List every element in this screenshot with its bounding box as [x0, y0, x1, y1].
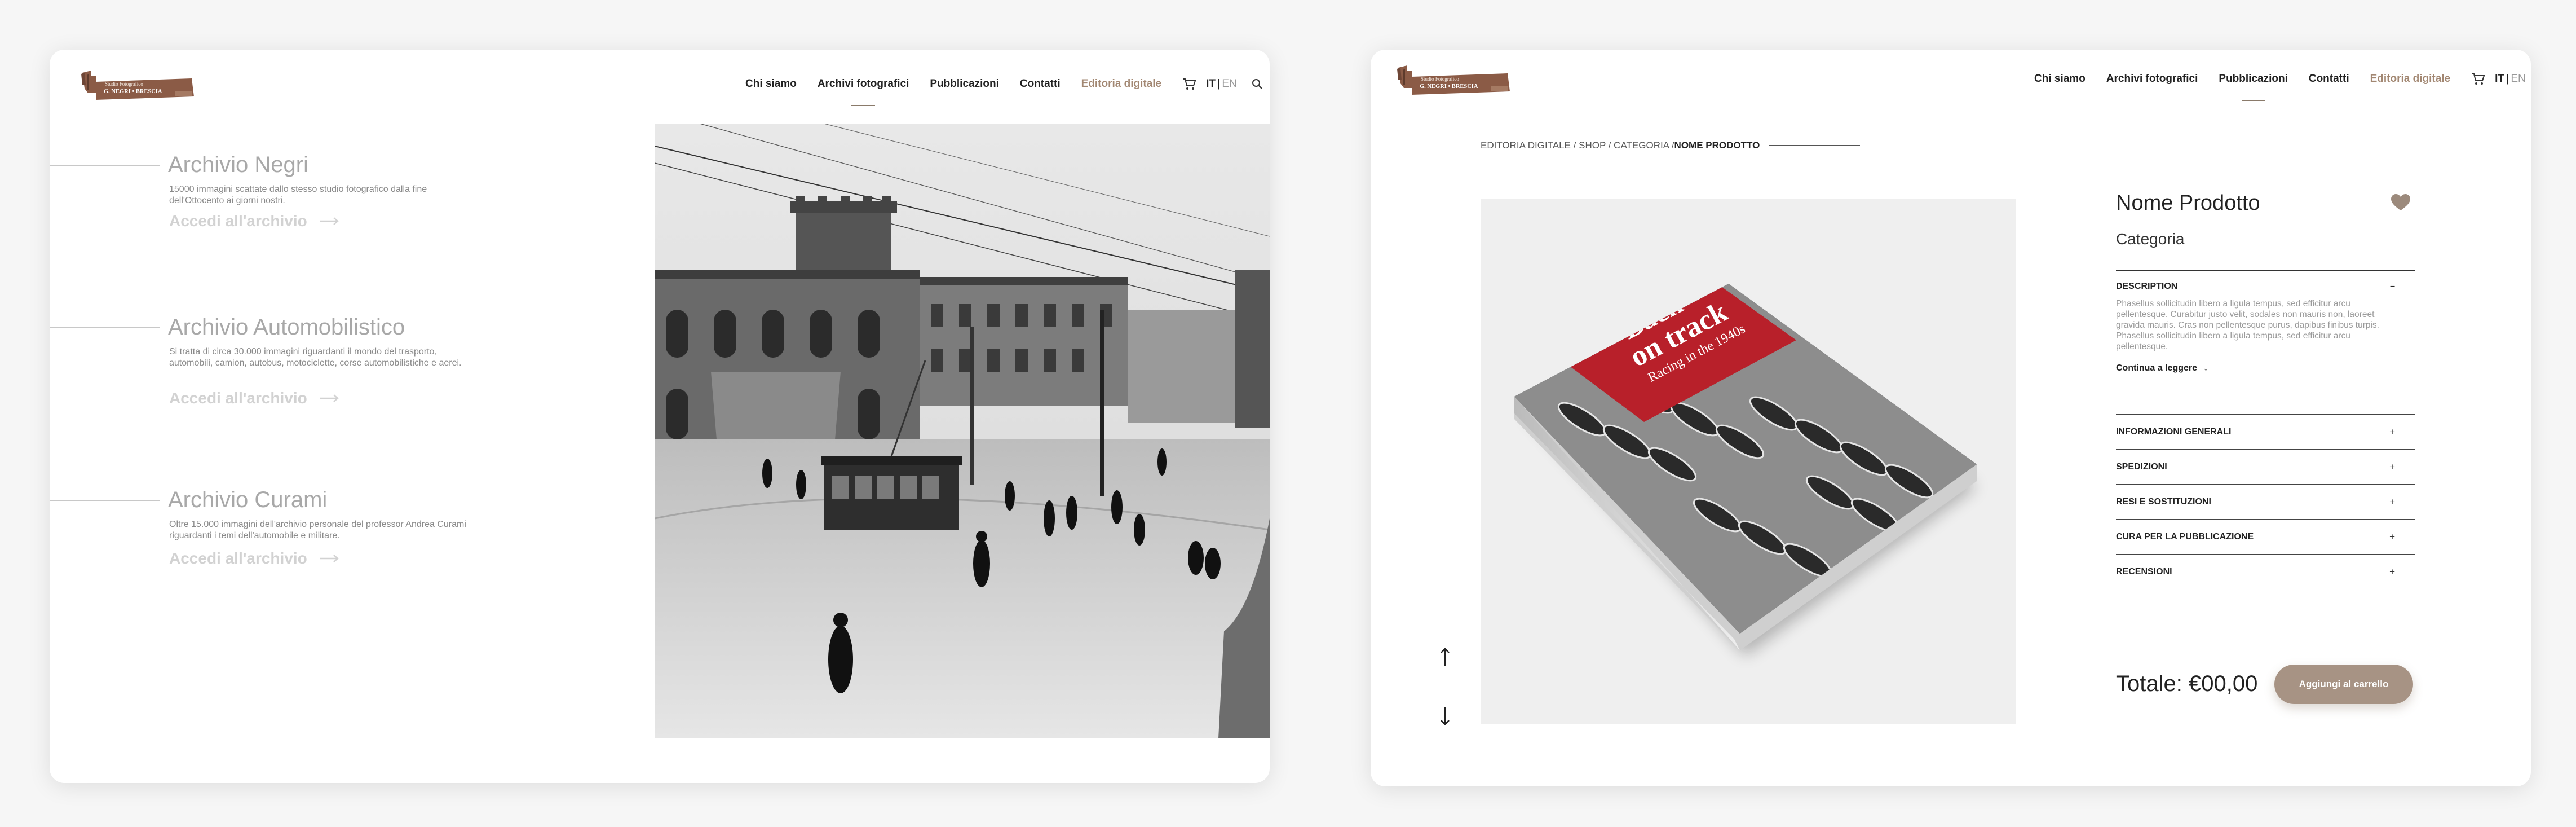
divider-line: [50, 500, 160, 501]
cta-label: Accedi all'archivio: [169, 212, 307, 230]
cart-icon[interactable]: [2471, 73, 2485, 85]
accordion-list: INFORMAZIONI GENERALI + SPEDIZIONI + RESI E …: [2116, 414, 2415, 589]
chevron-down-icon: ⌄: [2203, 364, 2209, 372]
total-price: Totale: €00,00: [2116, 671, 2258, 696]
main-nav: Chi siamo Archivi fotografici Pubblicazion…: [745, 78, 1270, 90]
nav-item-contatti[interactable]: Contatti: [1020, 78, 1061, 90]
accordion-label: CURA PER LA PUBBLICAZIONE: [2116, 531, 2254, 542]
access-archive-link[interactable]: Accedi all'archivio: [169, 549, 339, 568]
access-archive-link[interactable]: Accedi all'archivio: [169, 389, 339, 407]
cart-icon[interactable]: [1182, 78, 1196, 90]
nav-item-editoria-digitale[interactable]: Editoria digitale: [1081, 78, 1162, 90]
nav-item-chi-siamo[interactable]: Chi siamo: [745, 78, 797, 90]
read-more-label: Continua a leggere: [2116, 363, 2198, 373]
lang-separator: |: [2506, 73, 2509, 85]
breadcrumb-line: [1769, 145, 1861, 146]
nav-item-pubblicazioni[interactable]: Pubblicazioni: [930, 78, 998, 90]
language-switcher: IT | EN: [2495, 73, 2526, 85]
cta-label: Accedi all'archivio: [169, 389, 307, 407]
expand-icon: +: [2389, 566, 2395, 577]
archive-card-automobilistico: Archivio Automobilistico Si tratta di ci…: [50, 315, 501, 432]
main-nav: Chi siamo Archivi fotografici Pubblicazion…: [2034, 73, 2531, 85]
accordion-label: RECENSIONI: [2116, 566, 2172, 577]
access-archive-link[interactable]: Accedi all'archivio: [169, 212, 339, 230]
breadcrumb-path[interactable]: EDITORIA DIGITALE / SHOP / CATEGORIA /: [1481, 140, 1674, 151]
archive-card-negri: Archivio Negri 15000 immagini scattate d…: [50, 152, 501, 270]
read-more-link[interactable]: Continua a leggere ⌄: [2116, 363, 2415, 373]
archive-description: Si tratta di circa 30.000 immagini rigua…: [169, 347, 462, 368]
studio-negri-logo[interactable]: Studio Fotografico G. NEGRI • BRESCIA: [79, 68, 196, 103]
description-text: Phasellus sollicitudin libero a ligula t…: [2116, 299, 2379, 351]
logo-text-line1: Studio Fotografico: [1421, 76, 1459, 82]
accordion-divider: [2116, 270, 2415, 271]
accordion-label: INFORMAZIONI GENERALI: [2116, 426, 2232, 437]
archives-page-mockup: Studio Fotografico G. NEGRI • BRESCIA Ch…: [50, 50, 1270, 783]
archive-title: Archivio Negri: [168, 152, 308, 177]
arrow-right-icon: [319, 555, 339, 562]
historic-street-photo: [655, 124, 1270, 738]
accordion-item[interactable]: RESI E SOSTITUZIONI +: [2116, 484, 2415, 519]
archive-description: 15000 immagini scattate dallo stesso stu…: [169, 184, 427, 205]
accordion-label: RESI E SOSTITUZIONI: [2116, 496, 2211, 507]
logo-text-line1: Studio Fotografico: [105, 81, 143, 87]
language-switcher: IT | EN: [1206, 78, 1237, 90]
cta-label: Accedi all'archivio: [169, 549, 307, 567]
accordion-item[interactable]: INFORMAZIONI GENERALI +: [2116, 414, 2415, 449]
lang-option-en[interactable]: EN: [1222, 78, 1236, 90]
divider-line: [50, 165, 160, 166]
nav-item-archivi-fotografici[interactable]: Archivi fotografici: [2106, 73, 2198, 85]
lang-option-en[interactable]: EN: [2511, 73, 2525, 85]
nav-item-editoria-digitale[interactable]: Editoria digitale: [2370, 73, 2451, 85]
accordion-header-description[interactable]: DESCRIPTION –: [2116, 278, 2415, 295]
arrow-down-icon[interactable]: [1440, 706, 1450, 728]
nav-item-pubblicazioni[interactable]: Pubblicazioni: [2219, 73, 2287, 85]
arrow-right-icon: [319, 394, 339, 402]
accordion-label: DESCRIPTION: [2116, 281, 2178, 291]
accordion-item[interactable]: SPEDIZIONI +: [2116, 449, 2415, 484]
logo-text-line2: G. NEGRI • BRESCIA: [104, 89, 162, 95]
lang-current[interactable]: IT: [2495, 73, 2504, 85]
search-icon[interactable]: [1252, 78, 1263, 90]
studio-negri-logo[interactable]: Studio Fotografico G. NEGRI • BRESCIA: [1395, 63, 1512, 98]
accordion-label: SPEDIZIONI: [2116, 461, 2167, 472]
archive-title: Archivio Curami: [168, 487, 328, 512]
expand-icon: +: [2389, 426, 2395, 437]
nav-item-contatti[interactable]: Contatti: [2309, 73, 2349, 85]
lang-separator: |: [1217, 78, 1221, 90]
lang-current[interactable]: IT: [1206, 78, 1216, 90]
logo-text-line2: G. NEGRI • BRESCIA: [1420, 83, 1478, 90]
arrow-right-icon: [319, 217, 339, 225]
heart-icon[interactable]: [2391, 194, 2410, 214]
nav-item-archivi-fotografici[interactable]: Archivi fotografici: [818, 78, 909, 90]
nav-item-chi-siamo[interactable]: Chi siamo: [2034, 73, 2085, 85]
accordion-item[interactable]: RECENSIONI +: [2116, 554, 2415, 589]
breadcrumb: EDITORIA DIGITALE / SHOP / CATEGORIA / N…: [1481, 140, 1861, 151]
collapse-icon: –: [2390, 281, 2395, 291]
expand-icon: +: [2389, 461, 2395, 472]
archive-title: Archivio Automobilistico: [168, 315, 405, 340]
expand-icon: +: [2389, 531, 2395, 542]
expand-icon: +: [2389, 496, 2395, 507]
arrow-up-icon[interactable]: [1440, 648, 1450, 670]
breadcrumb-current: NOME PRODOTTO: [1674, 140, 1760, 151]
product-name: Nome Prodotto: [2116, 191, 2260, 215]
product-image[interactable]: Alessandro Silva Back on track Racing in…: [1481, 199, 2016, 724]
add-to-cart-button[interactable]: Aggiungi al carrello: [2274, 665, 2413, 704]
archive-card-curami: Archivio Curami Oltre 15.000 immagini de…: [50, 487, 501, 605]
accordion-description: DESCRIPTION – Phasellus sollicitudin lib…: [2116, 278, 2415, 373]
product-category: Categoria: [2116, 230, 2185, 248]
archive-description: Oltre 15.000 immagini dell'archivio pers…: [169, 520, 466, 540]
product-page-mockup: Studio Fotografico G. NEGRI • BRESCIA Ch…: [1371, 50, 2531, 786]
divider-line: [50, 327, 160, 328]
accordion-item[interactable]: CURA PER LA PUBBLICAZIONE +: [2116, 519, 2415, 554]
